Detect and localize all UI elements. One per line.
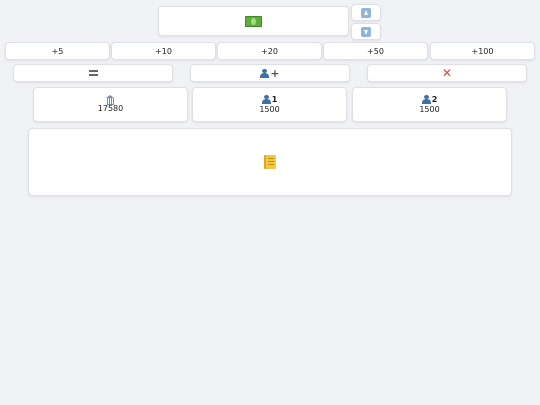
money-bills-icon bbox=[243, 15, 262, 29]
bank-card[interactable]: 17580 bbox=[33, 87, 188, 122]
amount-display bbox=[158, 6, 349, 36]
player-1-header: 1 bbox=[261, 94, 278, 105]
transaction-log bbox=[28, 128, 512, 196]
player-2-header: 2 bbox=[421, 94, 438, 105]
ledger-icon bbox=[264, 155, 276, 169]
bank-icon bbox=[106, 95, 115, 105]
person-icon bbox=[421, 95, 431, 104]
bank-balance: 17580 bbox=[97, 104, 124, 113]
arrow-down-icon bbox=[361, 26, 371, 37]
close-icon: ✕ bbox=[441, 66, 453, 80]
person-icon bbox=[261, 95, 271, 104]
person-icon bbox=[260, 68, 270, 78]
player-2-label: 2 bbox=[431, 94, 438, 104]
increment-100-button[interactable]: +100 bbox=[430, 42, 535, 60]
player-2-balance: 1500 bbox=[419, 104, 440, 114]
arrow-down-button[interactable] bbox=[351, 23, 381, 40]
increment-10-button[interactable]: +10 bbox=[111, 42, 216, 60]
player-1-card[interactable]: 1 1500 bbox=[192, 87, 347, 122]
clear-button[interactable]: ✕ bbox=[367, 64, 527, 82]
bank-header bbox=[106, 95, 115, 105]
increment-50-button[interactable]: +50 bbox=[323, 42, 428, 60]
add-player-button[interactable]: + bbox=[190, 64, 350, 82]
player-1-balance: 1500 bbox=[259, 104, 280, 114]
increment-20-button[interactable]: +20 bbox=[217, 42, 322, 60]
arrow-up-button[interactable] bbox=[351, 4, 381, 21]
player-1-label: 1 bbox=[271, 94, 278, 104]
player-2-card[interactable]: 2 1500 bbox=[352, 87, 507, 122]
equals-icon bbox=[88, 70, 98, 76]
equals-button[interactable] bbox=[13, 64, 173, 82]
plus-icon: + bbox=[270, 66, 280, 80]
increment-5-button[interactable]: +5 bbox=[5, 42, 110, 60]
arrow-up-icon bbox=[361, 7, 371, 18]
